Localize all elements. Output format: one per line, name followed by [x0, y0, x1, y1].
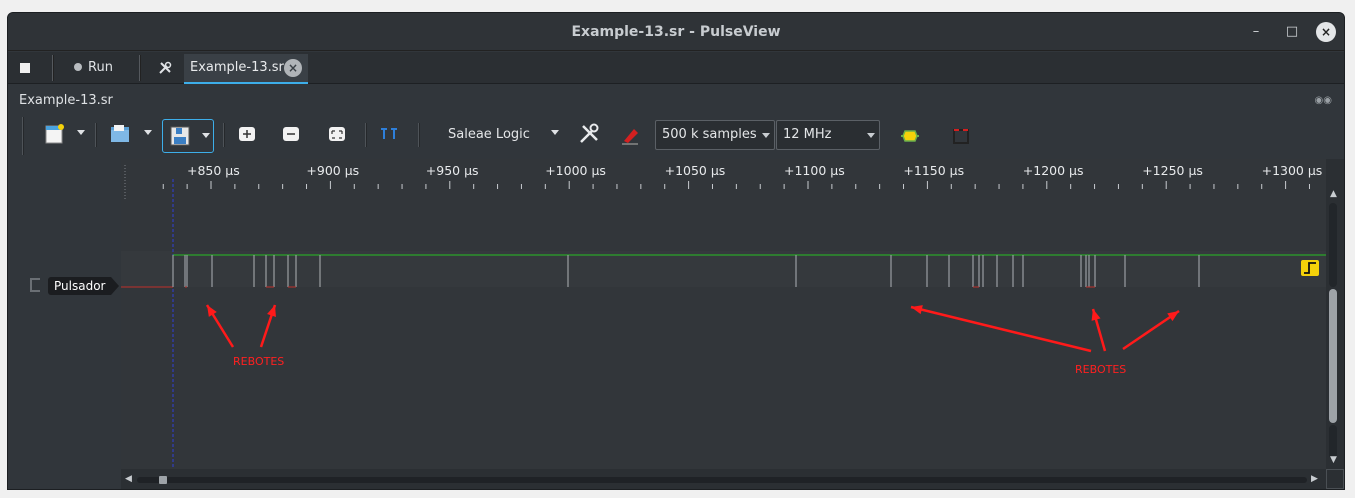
toolbar-separator	[223, 123, 225, 147]
samplerate-select[interactable]: 12 MHz	[776, 120, 880, 150]
open-file-icon[interactable]	[109, 123, 131, 145]
tab-example-13[interactable]: Example-13.sr ×	[184, 54, 308, 84]
stop-icon	[20, 63, 30, 73]
toolbar-separator	[139, 55, 141, 81]
run-icon	[74, 63, 82, 71]
math-icon[interactable]	[950, 125, 972, 147]
window-title: Example-13.sr - PulseView	[571, 24, 781, 40]
settings-button[interactable]	[158, 52, 172, 84]
annotation-rebotes-left: REBOTES	[233, 355, 285, 368]
save-menu-icon[interactable]	[202, 133, 210, 138]
toolbar-separator	[418, 123, 420, 147]
signal-drag-handle[interactable]	[30, 278, 40, 292]
scroll-left-icon[interactable]: ◀	[125, 474, 132, 484]
logic-trace[interactable]	[121, 159, 1326, 469]
title-bar: Example-13.sr - PulseView – □ ×	[8, 13, 1344, 51]
device-config-icon[interactable]	[578, 123, 600, 145]
probe-config-icon[interactable]	[620, 123, 642, 145]
toolbar-grip	[22, 117, 24, 155]
annotation-rebotes-right: REBOTES	[1075, 363, 1127, 376]
signal-header-panel: Pulsador	[8, 159, 121, 489]
new-session-icon[interactable]	[44, 123, 66, 145]
scroll-corner	[1326, 469, 1344, 489]
save-button[interactable]	[162, 119, 214, 153]
samplerate-value: 12 MHz	[783, 127, 832, 142]
horizontal-scrollbar[interactable]: ◀ ▶	[121, 469, 1326, 489]
toolbar-separator	[52, 55, 54, 81]
annotation-arrowhead	[267, 305, 276, 317]
run-button[interactable]: Run	[74, 52, 113, 84]
run-label: Run	[88, 60, 113, 75]
toolbar-separator	[95, 123, 97, 147]
app-window: Example-13.sr - PulseView – □ × Run Exam…	[7, 12, 1345, 490]
plot-area[interactable]: +850 µs +900 µs +950 µs +1000 µs +1050 µs +11…	[121, 159, 1326, 469]
signal-label[interactable]: Pulsador	[48, 277, 121, 295]
annotation-arrow	[910, 305, 1092, 353]
vertical-scrollbar[interactable]: ▲ ▼	[1326, 159, 1344, 469]
trace-view: Pulsador +850 µs +900 µs +950 µs +1000 µs +1…	[8, 159, 1344, 489]
tab-label: Example-13.sr	[190, 60, 284, 75]
minimize-button[interactable]: –	[1246, 22, 1266, 42]
scroll-track	[1329, 203, 1337, 287]
zoom-out-icon[interactable]	[280, 123, 302, 145]
stop-button[interactable]	[20, 52, 30, 84]
scroll-thumb[interactable]	[1329, 289, 1337, 423]
maximize-button[interactable]: □	[1282, 22, 1302, 42]
scroll-thumb[interactable]	[159, 476, 167, 484]
new-session-menu-icon[interactable]	[77, 130, 85, 135]
samples-select[interactable]: 500 k samples	[655, 120, 775, 150]
annotation-arrowhead	[1091, 309, 1101, 321]
scroll-track	[137, 477, 1307, 483]
dock-buttons[interactable]: ◉◉	[1315, 95, 1332, 106]
main-toolbar: Run Example-13.sr ×	[8, 52, 1344, 84]
device-menu-icon[interactable]	[551, 130, 559, 135]
cursor-icon[interactable]	[378, 123, 400, 145]
chevron-down-icon	[867, 133, 875, 138]
tools-icon	[159, 61, 172, 74]
open-file-menu-icon[interactable]	[144, 130, 152, 135]
toolbar-separator	[365, 123, 367, 147]
scroll-up-icon[interactable]: ▲	[1330, 189, 1337, 199]
annotation-arrowhead	[1167, 311, 1179, 322]
device-selector[interactable]: Saleae Logic	[448, 127, 530, 142]
close-button[interactable]: ×	[1316, 22, 1336, 42]
save-icon	[170, 126, 190, 146]
decoder-icon[interactable]	[899, 125, 921, 147]
scroll-track	[1329, 425, 1337, 459]
session-title: Example-13.sr	[19, 93, 113, 108]
rising-edge-icon	[1301, 260, 1319, 276]
tab-close-icon[interactable]: ×	[284, 59, 302, 77]
samples-value: 500 k samples	[662, 127, 757, 142]
zoom-in-icon[interactable]	[236, 123, 258, 145]
chevron-down-icon	[762, 133, 770, 138]
scroll-down-icon[interactable]: ▼	[1330, 455, 1337, 465]
zoom-fit-icon[interactable]	[326, 123, 348, 145]
scroll-right-icon[interactable]: ▶	[1311, 474, 1318, 484]
